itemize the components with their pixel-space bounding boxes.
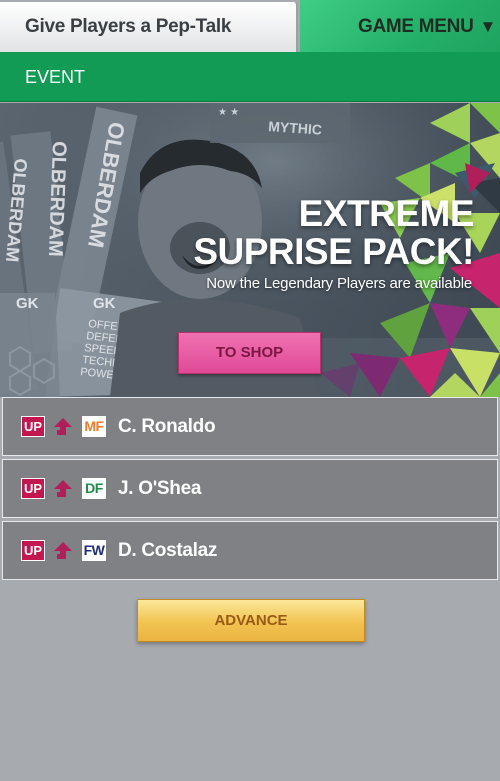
up-arrow-icon bbox=[54, 542, 72, 559]
event-bar: EVENT bbox=[0, 52, 500, 102]
advance-label: ADVANCE bbox=[214, 612, 288, 629]
up-badge: UP bbox=[21, 540, 45, 561]
banner-title-line1: EXTREME bbox=[298, 193, 475, 234]
to-shop-button[interactable]: TO SHOP bbox=[178, 332, 321, 374]
triangle-down-icon: ▼ bbox=[479, 17, 497, 36]
card-position-b: GK bbox=[16, 295, 39, 312]
player-name: D. Costalaz bbox=[118, 540, 218, 561]
position-badge: DF bbox=[82, 478, 106, 499]
up-arrow-icon bbox=[54, 418, 72, 435]
event-label: EVENT bbox=[25, 67, 86, 87]
up-arrow-icon bbox=[54, 480, 72, 497]
advance-button[interactable]: ADVANCE bbox=[137, 599, 365, 642]
pep-talk-label: Give Players a Pep-Talk bbox=[25, 16, 232, 37]
top-bar: Give Players a Pep-Talk GAME MENU ▼ bbox=[0, 0, 500, 52]
game-menu-tab[interactable]: GAME MENU ▼ bbox=[300, 0, 500, 52]
position-badge: MF bbox=[82, 416, 106, 437]
svg-text:★ ★: ★ ★ bbox=[218, 107, 239, 118]
player-row[interactable]: UP FW D. Costalaz bbox=[2, 521, 498, 580]
banner-title-line2: SUPRISE PACK! bbox=[193, 231, 474, 272]
player-row[interactable]: UP MF C. Ronaldo bbox=[2, 397, 498, 456]
up-badge: UP bbox=[21, 478, 45, 499]
card-position-a: GK bbox=[93, 295, 116, 312]
to-shop-label: TO SHOP bbox=[215, 344, 284, 361]
banner-subtitle: Now the Legendary Players are available bbox=[206, 275, 472, 292]
game-menu-label: GAME MENU bbox=[358, 16, 474, 37]
position-badge: FW bbox=[82, 540, 106, 561]
up-badge: UP bbox=[21, 416, 45, 437]
player-name: J. O'Shea bbox=[118, 478, 202, 499]
player-row[interactable]: UP DF J. O'Shea bbox=[2, 459, 498, 518]
pep-talk-tab[interactable]: Give Players a Pep-Talk bbox=[0, 2, 298, 52]
banner-title: EXTREME SUPRISE PACK! bbox=[193, 195, 474, 271]
player-name: C. Ronaldo bbox=[118, 416, 216, 437]
event-banner: OLBERDAM OLBERDAM OLBERDAM GK GK OFFENCE… bbox=[0, 103, 500, 397]
card-name-b: OLBERDAM bbox=[44, 141, 70, 257]
